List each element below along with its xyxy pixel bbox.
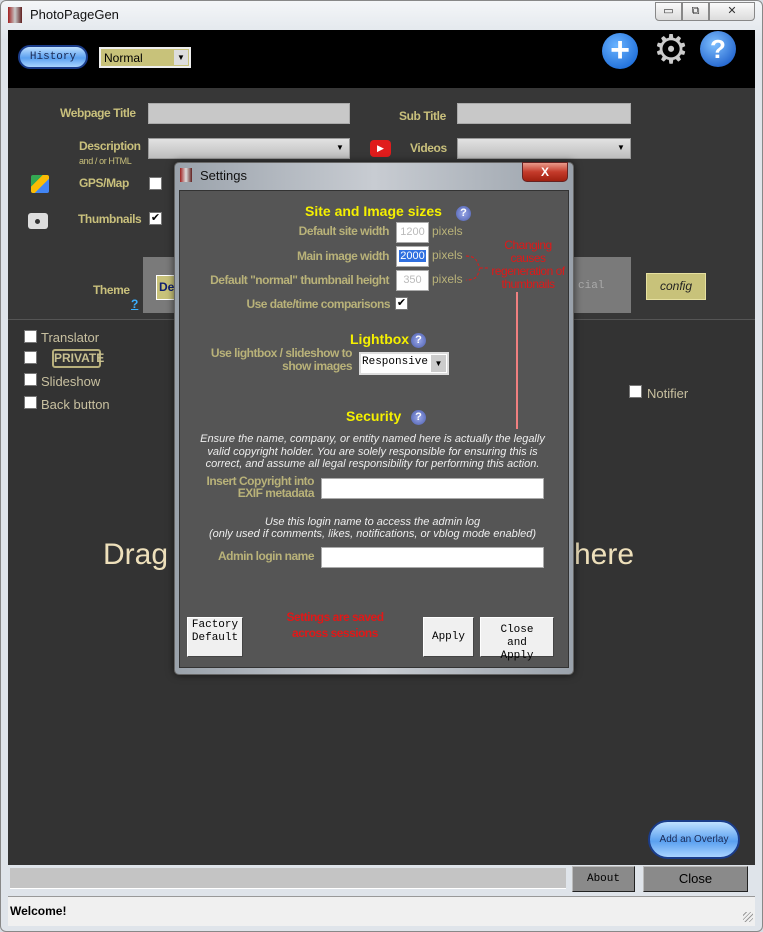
factory-default-button[interactable]: Factory Default: [187, 617, 243, 657]
settings-app-icon: [180, 168, 192, 182]
description-sublabel: and / or HTML: [79, 156, 132, 166]
lightbox-help-icon[interactable]: ?: [411, 333, 426, 348]
chevron-down-icon: ▼: [174, 50, 188, 65]
factory-default-label: Factory Default: [191, 619, 239, 644]
description-select[interactable]: ▼: [148, 138, 350, 159]
gear-icon[interactable]: ⚙: [652, 30, 690, 70]
security-help-icon[interactable]: ?: [411, 410, 426, 425]
main-width-value: 2000: [399, 250, 426, 262]
main-width-label: Main image width: [296, 249, 390, 263]
copyright-label: Insert Copyright into EXIF metadata: [206, 474, 315, 500]
chevron-down-icon: ▼: [431, 355, 446, 372]
status-text: Welcome!: [10, 904, 67, 918]
camera-icon: [28, 213, 48, 229]
history-button[interactable]: History: [18, 45, 88, 69]
progress-bar: [10, 868, 566, 889]
date-comparisons-checkbox[interactable]: ✔: [395, 297, 408, 310]
about-button[interactable]: About: [572, 866, 635, 892]
status-bar: [8, 896, 755, 926]
lightbox-heading: Lightbox: [350, 331, 410, 347]
regeneration-note: Changing causes regeneration of thumbnai…: [491, 238, 565, 291]
close-button[interactable]: Close: [643, 866, 748, 892]
minimize-button[interactable]: ▭: [655, 2, 682, 21]
date-comparisons-label: Use date/time comparisons: [246, 297, 390, 311]
private-checkbox[interactable]: [24, 351, 37, 364]
site-width-unit: pixels: [432, 224, 463, 238]
close-window-button[interactable]: ✕: [709, 2, 755, 21]
youtube-icon[interactable]: ▶: [370, 140, 391, 157]
restore-button[interactable]: ⧉: [682, 2, 709, 21]
description-label: Description: [79, 139, 141, 153]
drop-zone-text-right: here: [574, 538, 635, 571]
settings-close-button[interactable]: X: [522, 162, 568, 182]
thumbnails-label: Thumbnails: [78, 212, 142, 226]
settings-saved-note: Settings are saved across sessions: [286, 610, 384, 640]
theme-label: Theme: [93, 283, 130, 297]
webpage-title-input[interactable]: [148, 103, 350, 124]
subtitle-label: Sub Title: [399, 109, 446, 123]
admin-login-input[interactable]: [321, 547, 544, 568]
login-info-line2: (only used if comments, likes, notificat…: [208, 528, 537, 540]
chevron-down-icon: ▼: [336, 143, 344, 152]
security-heading: Security: [346, 408, 402, 424]
private-badge: PRIVATE: [52, 349, 104, 368]
help-icon[interactable]: ?: [700, 31, 736, 67]
back-button-checkbox[interactable]: [24, 396, 37, 409]
resize-grip-icon[interactable]: [743, 912, 753, 922]
lightbox-select[interactable]: Responsive ▼: [359, 352, 449, 375]
site-sizes-heading: Site and Image sizes: [305, 203, 442, 219]
thumb-height-unit: pixels: [432, 272, 463, 286]
notifier-label: Notifier: [647, 386, 689, 401]
thumb-height-input[interactable]: 350: [396, 270, 429, 291]
note-line: [516, 292, 518, 429]
plus-icon[interactable]: +: [602, 33, 638, 69]
slideshow-checkbox[interactable]: [24, 373, 37, 386]
brace-connector: [465, 255, 490, 281]
videos-select[interactable]: ▼: [457, 138, 631, 159]
lightbox-select-value: Responsive: [362, 356, 429, 368]
back-button-label: Back button: [41, 397, 110, 412]
main-width-input[interactable]: 2000: [396, 246, 429, 267]
drop-zone-text-left: Drag: [103, 538, 169, 571]
config-button[interactable]: config: [646, 273, 706, 300]
lightbox-label: Use lightbox / slideshow to show images: [210, 346, 353, 373]
theme-help-link[interactable]: ?: [131, 297, 138, 311]
chevron-down-icon: ▼: [617, 143, 625, 152]
settings-title: Settings: [200, 168, 247, 183]
webpage-title-label: Webpage Title: [60, 106, 136, 120]
site-width-input[interactable]: 1200: [396, 222, 429, 243]
apply-button[interactable]: Apply: [423, 617, 474, 657]
notifier-checkbox[interactable]: [629, 385, 642, 398]
thumbnails-checkbox[interactable]: ✔: [149, 212, 162, 225]
mode-select-value: Normal: [104, 51, 143, 65]
theme-text: cial: [578, 280, 605, 292]
gps-map-checkbox[interactable]: [149, 177, 162, 190]
site-sizes-help-icon[interactable]: ?: [456, 206, 471, 221]
site-width-label: Default site width: [298, 224, 390, 238]
map-icon: [31, 175, 49, 193]
app-icon: [8, 7, 22, 23]
copyright-input[interactable]: [321, 478, 544, 499]
admin-login-label: Admin login name: [217, 549, 315, 563]
translator-checkbox[interactable]: [24, 330, 37, 343]
gps-map-label: GPS/Map: [79, 176, 129, 190]
translator-label: Translator: [41, 330, 100, 345]
security-disclaimer: Ensure the name, company, or entity name…: [200, 433, 545, 470]
window-title: PhotoPageGen: [30, 7, 119, 22]
close-and-apply-button[interactable]: Close and Apply: [480, 617, 554, 662]
subtitle-input[interactable]: [457, 103, 631, 124]
slideshow-label: Slideshow: [41, 374, 101, 389]
mode-select[interactable]: Normal ▼: [99, 47, 191, 68]
add-overlay-button[interactable]: Add an Overlay: [648, 820, 740, 859]
videos-label: Videos: [410, 141, 447, 155]
thumb-height-label: Default "normal" thumbnail height: [210, 273, 389, 287]
login-info-line1: Use this login name to access the admin …: [264, 516, 481, 528]
main-width-unit: pixels: [432, 248, 463, 262]
